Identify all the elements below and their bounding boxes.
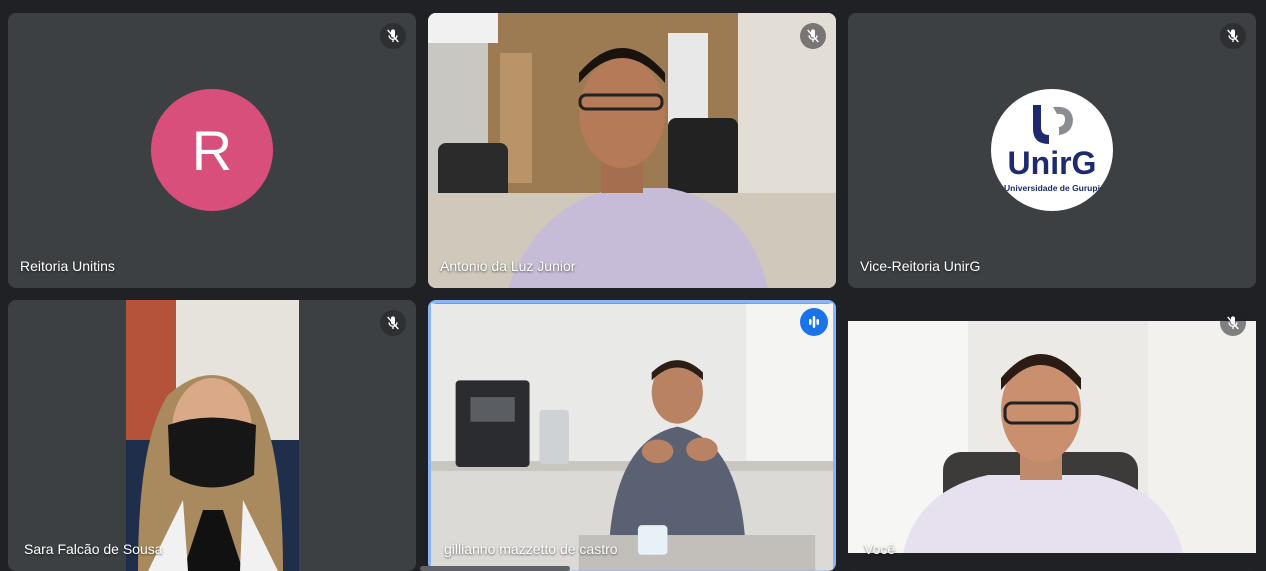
svg-text:Universidade de Gurupi: Universidade de Gurupi: [1004, 183, 1100, 193]
participant-tile-antonio[interactable]: Antonio da Luz Junior: [428, 13, 836, 288]
mic-off-icon: [800, 23, 826, 49]
participant-tile-vice-reitoria-unirg[interactable]: UnirG Universidade de Gurupi Vice-Reitor…: [848, 13, 1256, 288]
participant-name: gillianno mazzetto de castro: [444, 541, 618, 557]
mic-off-icon: [1220, 23, 1246, 49]
avatar-letter: R: [191, 118, 233, 182]
participant-tile-self[interactable]: Você: [848, 300, 1256, 571]
participant-name: Antonio da Luz Junior: [440, 258, 576, 274]
participant-name: Vice-Reitoria UnirG: [860, 258, 981, 274]
participant-name: Sara Falcão de Sousa: [24, 541, 163, 557]
bottom-scroll-indicator: [420, 566, 570, 571]
mic-off-icon: [380, 310, 406, 336]
mic-off-icon: [380, 23, 406, 49]
participant-tile-sara[interactable]: Sara Falcão de Sousa: [8, 300, 416, 571]
participant-video: [431, 303, 833, 571]
participant-name: Você: [864, 541, 896, 557]
participant-video: [428, 13, 836, 288]
participant-name: Reitoria Unitins: [20, 258, 115, 274]
svg-text:UnirG: UnirG: [1008, 145, 1097, 181]
participant-tile-gillianno[interactable]: gillianno mazzetto de castro: [428, 300, 836, 571]
participant-tile-reitoria-unitins[interactable]: R Reitoria Unitins: [8, 13, 416, 288]
unirg-logo: UnirG Universidade de Gurupi: [991, 89, 1113, 211]
participant-video: [848, 300, 1256, 571]
mic-off-icon: [1220, 310, 1246, 336]
speaking-indicator-icon: [800, 308, 828, 336]
avatar: R: [151, 89, 273, 211]
participant-video: [8, 300, 416, 571]
